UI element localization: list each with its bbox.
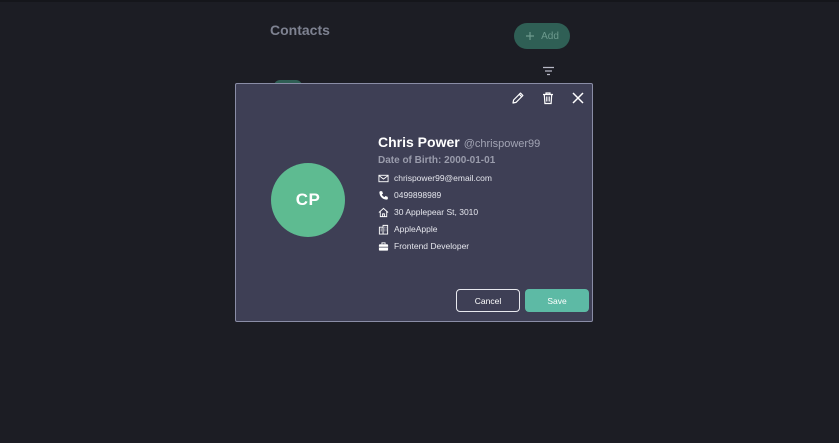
contact-details: Chris Power @chrispower99 Date of Birth:… xyxy=(378,134,540,252)
email-row: chrispower99@email.com xyxy=(378,172,540,184)
home-icon xyxy=(378,207,389,217)
filter-icon[interactable] xyxy=(542,66,555,76)
date-of-birth: Date of Birth: 2000-01-01 xyxy=(378,155,496,166)
trash-icon xyxy=(543,92,553,105)
pencil-icon xyxy=(512,92,524,104)
save-button[interactable]: Save xyxy=(525,289,589,312)
page-title: Contacts xyxy=(270,22,330,38)
building-icon xyxy=(378,224,389,235)
top-bar xyxy=(0,0,839,2)
delete-button[interactable] xyxy=(538,90,558,106)
email-icon xyxy=(378,174,389,182)
close-icon xyxy=(572,92,584,104)
address-text: 30 Applepear St, 3010 xyxy=(394,207,479,217)
phone-row: 0499898989 xyxy=(378,189,540,201)
close-button[interactable] xyxy=(568,90,588,106)
cancel-button[interactable]: Cancel xyxy=(456,289,520,312)
email-text: chrispower99@email.com xyxy=(394,173,492,183)
avatar: CP xyxy=(271,163,345,237)
edit-button[interactable] xyxy=(508,90,528,106)
briefcase-icon xyxy=(378,241,389,251)
contact-handle: @chrispower99 xyxy=(463,138,541,150)
address-row: 30 Applepear St, 3010 xyxy=(378,206,540,218)
add-contact-button[interactable]: Add xyxy=(514,23,570,49)
plus-icon xyxy=(526,32,535,40)
phone-icon xyxy=(379,190,388,200)
job-row: Frontend Developer xyxy=(378,240,540,252)
job-text: Frontend Developer xyxy=(394,241,470,251)
add-button-label: Add xyxy=(541,30,559,42)
contact-name: Chris Power xyxy=(378,134,460,150)
company-text: AppleApple xyxy=(394,224,438,234)
modal-actions xyxy=(508,90,588,106)
name-row: Chris Power @chrispower99 xyxy=(378,134,540,150)
phone-text: 0499898989 xyxy=(394,190,442,200)
company-row: AppleApple xyxy=(378,223,540,235)
contact-modal: CP Chris Power @chrispower99 Date of Bir… xyxy=(235,83,593,322)
